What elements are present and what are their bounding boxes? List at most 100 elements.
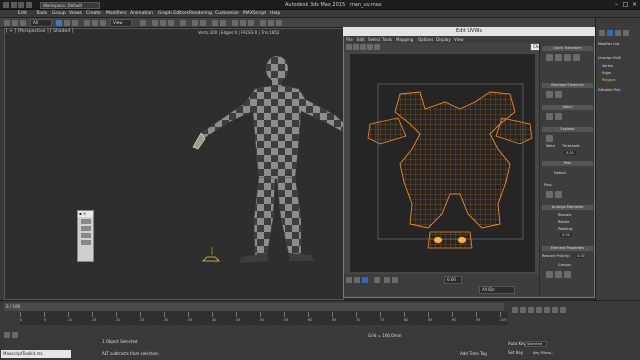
stack-item-vertex[interactable]: Vertex bbox=[602, 64, 613, 68]
app-icon[interactable] bbox=[3, 2, 9, 8]
snap-toggle-button[interactable] bbox=[152, 20, 158, 26]
pivot-button[interactable] bbox=[140, 20, 146, 26]
menu-edit[interactable]: Edit bbox=[18, 11, 27, 16]
uvw-move-button[interactable] bbox=[346, 44, 352, 50]
menu-maxscript[interactable]: MAXScript bbox=[243, 11, 266, 16]
schematic-view-button[interactable] bbox=[240, 20, 246, 26]
maxscript-listener[interactable]: MaxscriptToolkit.ms bbox=[1, 350, 71, 358]
create-tab-icon[interactable] bbox=[599, 30, 605, 36]
floating-tool-2[interactable] bbox=[81, 226, 91, 231]
break-icon[interactable] bbox=[546, 135, 553, 142]
uvw-scale-button[interactable] bbox=[360, 44, 366, 50]
rescale-checkbox[interactable]: Rescale bbox=[558, 213, 571, 217]
save-icon[interactable] bbox=[26, 2, 32, 8]
uvw-menu-view[interactable]: View bbox=[454, 37, 464, 42]
menu-rendering[interactable]: Rendering bbox=[189, 11, 212, 16]
stitch-target-icon[interactable] bbox=[555, 113, 562, 120]
group-select-icon[interactable] bbox=[546, 271, 553, 278]
pan-icon[interactable] bbox=[544, 307, 550, 313]
move-button[interactable] bbox=[84, 20, 90, 26]
straighten-icon[interactable] bbox=[546, 91, 553, 98]
menu-customize[interactable]: Customize bbox=[215, 11, 239, 16]
edit-uvws-title[interactable]: Edit UVWs bbox=[343, 27, 595, 36]
group-remove-icon[interactable] bbox=[564, 271, 571, 278]
menu-views[interactable]: Views bbox=[69, 11, 82, 16]
redo-icon[interactable] bbox=[18, 2, 24, 8]
menu-create[interactable]: Create bbox=[86, 11, 101, 16]
named-selection-button[interactable] bbox=[180, 20, 186, 26]
relax-icon[interactable] bbox=[555, 91, 562, 98]
explode-rollout[interactable]: Explode bbox=[542, 127, 593, 132]
maximize-viewport-icon[interactable] bbox=[560, 307, 566, 313]
workspace-dropdown[interactable]: Workspace: Default bbox=[40, 2, 100, 9]
stitch-source-icon[interactable] bbox=[546, 113, 553, 120]
perspective-viewport[interactable] bbox=[4, 28, 351, 300]
angle-snap-button[interactable] bbox=[160, 20, 166, 26]
uvw-menu-select[interactable]: Select bbox=[368, 37, 380, 42]
time-slider[interactable]: 0 / 100 bbox=[4, 303, 504, 311]
undo-button[interactable] bbox=[4, 20, 10, 26]
redo-button[interactable] bbox=[12, 20, 18, 26]
material-editor-button[interactable] bbox=[248, 20, 254, 26]
floating-tool-4[interactable] bbox=[81, 240, 91, 245]
uvw-rotate-button[interactable] bbox=[353, 44, 359, 50]
undo-icon[interactable] bbox=[11, 2, 17, 8]
graphite-toggle-button[interactable] bbox=[220, 20, 226, 26]
layer-manager-button[interactable] bbox=[212, 20, 218, 26]
rotate-minus-90-icon[interactable] bbox=[573, 54, 580, 61]
uvw-mirror-button[interactable] bbox=[374, 44, 380, 50]
threshold-field[interactable]: 0.01 bbox=[564, 151, 576, 155]
scale-button[interactable] bbox=[100, 20, 106, 26]
menu-modifiers[interactable]: Modifiers bbox=[106, 11, 127, 16]
rotate-button[interactable] bbox=[92, 20, 98, 26]
menu-animation[interactable]: Animation bbox=[130, 11, 153, 16]
unpin-icon[interactable] bbox=[555, 191, 562, 198]
add-time-tag[interactable]: Add Time Tag bbox=[460, 351, 487, 356]
viewport-label[interactable]: [ + ] [Perspective ] [ Shaded ] bbox=[6, 29, 73, 34]
floating-tool-3[interactable] bbox=[81, 233, 91, 238]
uvw-face-mode-button[interactable] bbox=[362, 277, 368, 283]
auto-key-mode-dropdown[interactable]: Selected bbox=[525, 341, 547, 347]
minimize-icon[interactable]: – bbox=[612, 1, 621, 8]
mirror-button[interactable] bbox=[192, 20, 198, 26]
detach-label[interactable]: Detach bbox=[554, 171, 567, 175]
uvw-menu-edit[interactable]: Edit bbox=[357, 37, 365, 42]
floating-toolbar[interactable]: ▪ × bbox=[77, 210, 94, 262]
uvw-menu-tools[interactable]: Tools bbox=[382, 37, 392, 42]
uvw-freeform-button[interactable] bbox=[367, 44, 373, 50]
stack-item-editable-poly[interactable]: Editable Poly bbox=[598, 88, 621, 92]
uvw-menu-display[interactable]: Display bbox=[436, 37, 451, 42]
transform-gizmo[interactable] bbox=[202, 247, 220, 262]
uvw-grow-button[interactable] bbox=[384, 277, 390, 283]
uvw-vertex-mode-button[interactable] bbox=[346, 277, 352, 283]
modify-tab-icon[interactable] bbox=[607, 30, 613, 36]
stitch-rollout[interactable]: Stitch bbox=[542, 105, 593, 110]
rotate-checkbox[interactable]: Rotate bbox=[558, 220, 569, 224]
uvw-menu-mapping[interactable]: Mapping bbox=[396, 37, 413, 42]
zoom-extents-icon[interactable] bbox=[528, 307, 534, 313]
menu-tools[interactable]: Tools bbox=[36, 11, 47, 16]
align-horizontal-icon[interactable] bbox=[546, 54, 553, 61]
fov-icon[interactable] bbox=[536, 307, 542, 313]
uvw-menu-options[interactable]: Options bbox=[418, 37, 433, 42]
select-object-button[interactable] bbox=[56, 20, 62, 26]
track-bar[interactable]: 0 5 10 15 20 25 30 35 40 45 50 55 60 65 70 75 80 85 90 95 10… bbox=[20, 311, 520, 325]
peel-rollout[interactable]: Peel bbox=[542, 161, 593, 166]
zoom-icon[interactable] bbox=[512, 307, 518, 313]
modifier-list-label[interactable]: Modifier List bbox=[598, 42, 619, 46]
selection-filter-dropdown[interactable]: All bbox=[30, 19, 52, 27]
region-select-button[interactable] bbox=[72, 20, 78, 26]
viewport-layout-icon[interactable] bbox=[4, 332, 10, 338]
quick-transform-rollout[interactable]: Quick Transform bbox=[542, 46, 593, 51]
lock-icon[interactable] bbox=[12, 332, 18, 338]
uvw-select-element-button[interactable] bbox=[374, 277, 380, 283]
rendered-frame-button[interactable] bbox=[268, 20, 274, 26]
menu-group[interactable]: Group bbox=[52, 11, 66, 16]
stack-item-unwrap[interactable]: Unwrap UVW bbox=[598, 56, 621, 60]
set-key-button[interactable]: Set Key bbox=[508, 350, 523, 355]
uvw-edge-mode-button[interactable] bbox=[354, 277, 360, 283]
hierarchy-tab-icon[interactable] bbox=[615, 30, 621, 36]
render-button[interactable] bbox=[276, 20, 282, 26]
reshape-elements-rollout[interactable]: Reshape Elements bbox=[542, 83, 593, 88]
orbit-icon[interactable] bbox=[552, 307, 558, 313]
